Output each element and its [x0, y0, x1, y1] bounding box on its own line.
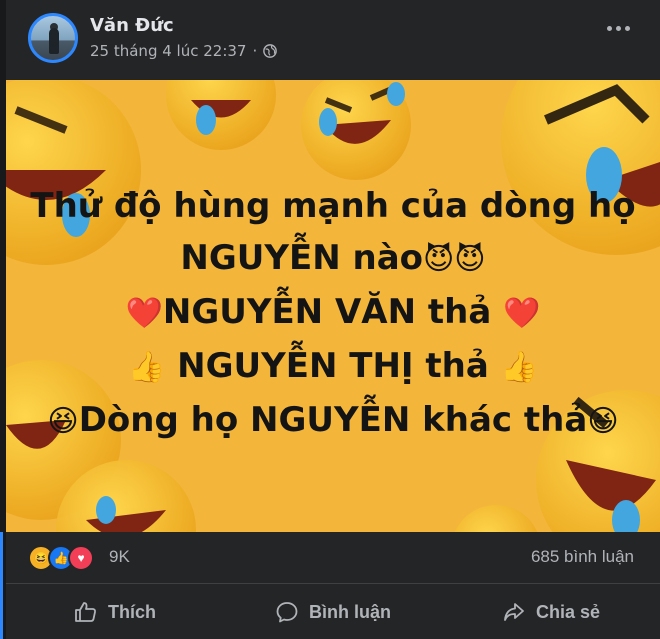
post-header: Văn Đức 25 tháng 4 lúc 22:37 ·: [6, 0, 660, 78]
reactions-bar: 😆 👍 ♥ 9K 685 bình luận: [6, 532, 660, 584]
image-text-line-2: NGUYỄN nào😈😈: [6, 232, 660, 286]
devil-emoji-icon: 😈😈: [423, 242, 486, 277]
image-text-line-2-text: NGUYỄN nào: [180, 238, 424, 278]
dot-icon: [625, 26, 630, 31]
like-label: Thích: [108, 601, 156, 622]
image-text-line-5: 😆Dòng họ NGUYỄN khác thả😆: [6, 394, 660, 448]
post-image[interactable]: Thử độ hùng mạnh của dòng họ NGUYỄN nào😈…: [6, 80, 660, 532]
reaction-count[interactable]: 9K: [109, 547, 130, 567]
more-options-button[interactable]: [607, 26, 630, 31]
laugh-emoji-icon: 😆: [587, 404, 619, 439]
dot-icon: [616, 26, 621, 31]
dot-icon: [607, 26, 612, 31]
image-text-line-4-text: NGUYỄN THỊ thả: [177, 346, 489, 386]
share-arrow-icon: [504, 603, 524, 621]
thumbs-up-emoji-icon: 👍: [127, 350, 166, 385]
post-meta: 25 tháng 4 lúc 22:37 ·: [90, 42, 278, 60]
comment-count[interactable]: 685 bình luận: [531, 547, 634, 567]
avatar-body: [49, 28, 59, 54]
love-reaction-icon: ♥: [68, 545, 94, 571]
reaction-icons[interactable]: 😆 👍 ♥: [28, 545, 94, 571]
image-text-line-1: Thử độ hùng mạnh của dòng họ: [30, 186, 636, 226]
image-text-line-3-text: NGUYỄN VĂN thả: [162, 292, 492, 332]
comment-bubble-icon: [276, 602, 298, 623]
heart-emoji-icon: ❤️: [503, 296, 541, 331]
laugh-emoji-icon: 😆: [47, 404, 79, 439]
like-button[interactable]: Thích: [6, 586, 224, 638]
image-text-line-5-text: Dòng họ NGUYỄN khác thả: [78, 400, 588, 440]
post-card: Văn Đức 25 tháng 4 lúc 22:37 · Thử độ hù…: [6, 0, 660, 639]
image-text-line-4: 👍 NGUYỄN THỊ thả 👍: [6, 340, 660, 394]
comment-label: Bình luận: [309, 601, 391, 622]
focus-accent-bar: [0, 532, 3, 639]
thumbs-up-icon: [75, 602, 96, 622]
meta-separator: ·: [252, 42, 258, 60]
image-text-line-3: ❤️NGUYỄN VĂN thả ❤️: [6, 286, 660, 340]
share-button[interactable]: Chia sẻ: [442, 586, 660, 638]
globe-icon[interactable]: [263, 44, 278, 58]
share-label: Chia sẻ: [535, 601, 601, 622]
comment-button[interactable]: Bình luận: [224, 586, 442, 638]
post-timestamp[interactable]: 25 tháng 4 lúc 22:37: [90, 42, 246, 60]
avatar[interactable]: [28, 13, 78, 63]
post-actions: Thích Bình luận Chia sẻ: [6, 586, 660, 638]
author-name[interactable]: Văn Đức: [90, 15, 174, 36]
post-image-text: Thử độ hùng mạnh của dòng họ NGUYỄN nào😈…: [6, 180, 660, 448]
thumbs-up-emoji-icon: 👍: [500, 350, 539, 385]
heart-emoji-icon: ❤️: [125, 296, 163, 331]
